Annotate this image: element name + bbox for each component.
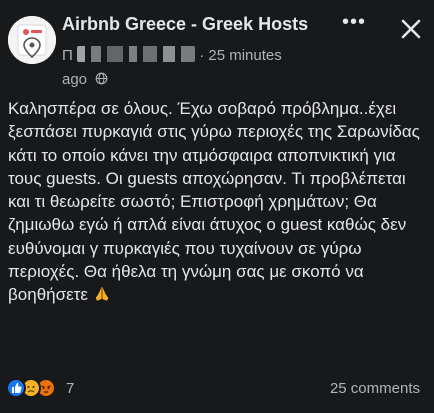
author-initial[interactable]: Π xyxy=(62,47,73,64)
reaction-count[interactable]: 7 xyxy=(66,380,74,397)
comments-count-link[interactable]: 25 comments xyxy=(330,380,420,397)
meta-separator: · xyxy=(199,47,209,64)
post-body-text: Καλησπέρα σε όλους. Έχω σοβαρό πρόβλημα.… xyxy=(8,99,420,305)
post-timestamp-suffix[interactable]: ago xyxy=(62,71,87,88)
post-footer: 7 25 comments xyxy=(0,372,434,404)
post-timestamp[interactable]: 25 minutes xyxy=(208,47,281,64)
more-horizontal-icon[interactable]: ••• xyxy=(342,12,372,34)
group-logo-icon xyxy=(8,16,56,64)
globe-icon xyxy=(95,72,108,85)
post-meta: Π · 25 minutes ago xyxy=(62,44,294,92)
group-name[interactable]: Airbnb Greece - Greek Hosts xyxy=(62,14,308,35)
folded-hands-emoji xyxy=(95,287,109,302)
author-name-blurred[interactable] xyxy=(77,46,196,62)
post-body: Καλησπέρα σε όλους. Έχω σοβαρό πρόβλημα.… xyxy=(8,97,428,307)
group-avatar[interactable] xyxy=(8,16,56,64)
like-reaction-icon xyxy=(6,378,26,398)
close-icon[interactable] xyxy=(399,17,423,41)
post-header: Airbnb Greece - Greek Hosts Π · 25 minut… xyxy=(0,0,434,90)
